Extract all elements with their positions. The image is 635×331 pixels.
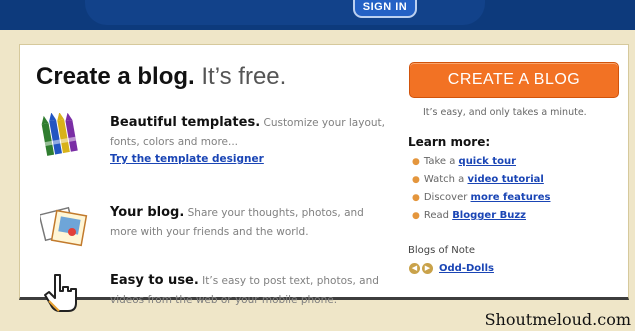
headline-sub: It’s free. (201, 63, 287, 90)
feature-your-blog: Your blog. Share your thoughts, photos, … (38, 203, 385, 247)
blogs-of-note-row: ◀ ▶ Odd-Dolls (409, 263, 494, 274)
feature-easy-to-use: Easy to use. It’s easy to post text, pho… (40, 271, 385, 312)
learn-more-item: ● Take a quick tour (412, 153, 550, 171)
blogger-buzz-link[interactable]: Blogger Buzz (452, 210, 526, 221)
feature-easy-to-use-text: Easy to use. It’s easy to post text, pho… (110, 271, 390, 310)
headline-main: Create a blog. (36, 63, 195, 90)
learn-more-item: ● Watch a video tutorial (412, 171, 550, 189)
learn-more-prefix: Discover (423, 192, 468, 203)
more-features-link[interactable]: more features (471, 192, 551, 203)
learn-more-prefix: Read (423, 210, 449, 221)
previous-arrow-icon[interactable]: ◀ (409, 263, 420, 274)
video-tutorial-link[interactable]: video tutorial (468, 174, 544, 185)
hand-pointer-icon (40, 271, 84, 315)
feature-easy-to-use-title: Easy to use. (110, 273, 199, 288)
learn-more-item: ● Discover more features (412, 189, 550, 207)
watermark-text: Shoutmeloud.com (484, 310, 631, 329)
learn-more-list: ● Take a quick tour ● Watch a video tutori… (412, 153, 550, 225)
learn-more-prefix: Take a (423, 156, 456, 167)
create-blog-button[interactable]: CREATE A BLOG (409, 62, 619, 98)
feature-your-blog-text: Your blog. Share your thoughts, photos, … (110, 203, 390, 242)
feature-your-blog-title: Your blog. (110, 205, 185, 220)
create-blog-subtext: It’s easy, and only takes a minute. (423, 107, 587, 118)
feature-templates-text: Beautiful templates. Customize your layo… (110, 113, 390, 166)
top-header-bar: SIGN IN (0, 0, 635, 30)
next-arrow-icon[interactable]: ▶ (422, 263, 433, 274)
sign-in-button[interactable]: SIGN IN (353, 0, 417, 18)
bullet-icon: ● (412, 193, 420, 203)
feature-templates-title: Beautiful templates. (110, 115, 261, 130)
learn-more-prefix: Watch a (423, 174, 465, 185)
feature-templates: Beautiful templates. Customize your layo… (40, 112, 385, 173)
header-center-panel (85, 0, 485, 25)
bullet-icon: ● (412, 211, 420, 221)
bullet-icon: ● (412, 175, 420, 185)
photos-icon (38, 203, 88, 247)
crayons-icon (40, 112, 84, 157)
create-blog-panel: Create a blog. It’s free. Beautiful temp… (19, 44, 629, 312)
template-designer-link[interactable]: Try the template designer (110, 152, 390, 166)
bullet-icon: ● (412, 157, 420, 167)
blogs-of-note-title: Blogs of Note (408, 245, 475, 256)
learn-more-item: ● Read Blogger Buzz (412, 207, 550, 225)
learn-more-title: Learn more: (408, 135, 491, 149)
page-title: Create a blog. It’s free. (36, 63, 286, 91)
quick-tour-link[interactable]: quick tour (459, 156, 516, 167)
blog-of-note-link[interactable]: Odd-Dolls (439, 263, 494, 274)
